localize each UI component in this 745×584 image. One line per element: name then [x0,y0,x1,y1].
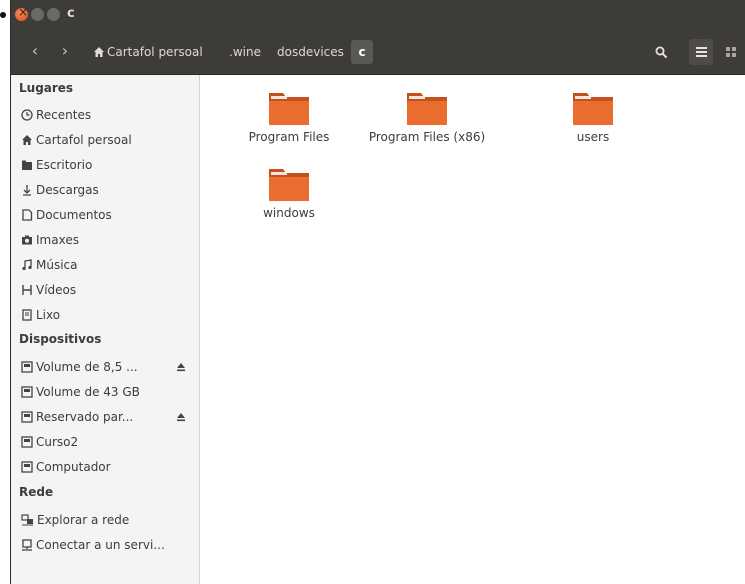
sidebar-item-descargas[interactable]: Descargas [21,180,99,200]
sidebar-item-recentes[interactable]: Recentes [21,105,91,125]
file-manager-window: c ‹ › Cartafol persoal .wine dosdevices … [10,0,745,584]
sidebar-header-places: Lugares [19,81,74,95]
sidebar-item-videos[interactable]: Vídeos [21,280,76,300]
drive-icon [21,436,33,448]
network-icon [21,514,33,526]
folder-program-files-x86[interactable]: Program Files (x86) [367,89,487,144]
sidebar-item-label: Documentos [36,208,112,222]
folder-windows[interactable]: windows [229,165,349,220]
drive-icon [21,461,33,473]
folder-program-files[interactable]: Program Files [229,89,349,144]
maximize-button[interactable] [47,8,60,21]
document-icon [22,209,33,221]
sidebar-item-musica[interactable]: Música [21,255,78,275]
grid-view-button[interactable] [719,39,743,65]
download-icon [23,185,31,196]
sidebar-item-device-4[interactable]: Curso2 [21,432,78,452]
title-bar: c [11,0,745,30]
sidebar-item-explorar-rede[interactable]: Explorar a rede [21,510,129,530]
window-title: c [67,6,75,21]
folder-users[interactable]: users [533,89,653,144]
sidebar-item-device-2[interactable]: Volume de 43 GB [21,382,140,402]
folder-label: Program Files (x86) [368,130,486,144]
toolbar: ‹ › Cartafol persoal .wine dosdevices c [11,30,745,75]
sidebar-item-label: Lixo [36,308,61,322]
home-icon [22,135,32,145]
folder-label: Program Files [248,130,330,144]
eject-icon[interactable] [175,411,187,423]
search-button[interactable] [649,39,673,65]
sidebar-header-network: Rede [19,485,54,499]
list-bullet [0,12,6,18]
sidebar-item-conectar-servidor[interactable]: Conectar a un servi... [21,535,165,555]
drive-icon [21,411,33,423]
sidebar-item-label: Escritorio [36,158,93,172]
file-view: Program Files Program Files (x86) users [200,75,745,584]
sidebar-item-label: Música [36,258,78,272]
sidebar-item-device-1[interactable]: Volume de 8,5 ... [21,357,138,377]
folder-icon [269,169,309,201]
breadcrumb-home[interactable]: Cartafol persoal [93,42,203,62]
sidebar-item-label: Explorar a rede [37,513,130,527]
trash-icon [22,309,32,321]
folder-icon [269,93,309,125]
sidebar-item-label: Computador [36,460,111,474]
sidebar-item-label: Vídeos [36,283,77,297]
sidebar-item-label: Volume de 8,5 ... [36,360,138,374]
breadcrumb-home-label: Cartafol persoal [107,45,203,59]
drive-icon [21,361,33,373]
grid-view-icon [725,46,736,57]
minimize-button[interactable] [31,8,44,21]
breadcrumb-current[interactable]: c [351,40,373,64]
list-view-button[interactable] [689,39,713,65]
music-icon [22,259,32,271]
sidebar-item-escritorio[interactable]: Escritorio [21,155,92,175]
eject-icon[interactable] [175,361,187,373]
search-icon [655,46,667,58]
sidebar-item-label: Curso2 [36,435,79,449]
sidebar-item-label: Conectar a un servi... [36,538,165,552]
forward-button[interactable]: › [53,38,77,64]
folder-label: windows [263,206,315,220]
list-view-icon [695,47,707,57]
sidebar-item-imaxes[interactable]: Imaxes [21,230,79,250]
sidebar-item-label: Reservado par... [36,410,134,424]
sidebar-item-label: Imaxes [36,233,79,247]
sidebar-item-label: Cartafol persoal [36,133,132,147]
sidebar-item-documentos[interactable]: Documentos [21,205,112,225]
sidebar-item-lixo[interactable]: Lixo [21,305,60,325]
clock-icon [21,109,33,121]
sidebar-item-device-3[interactable]: Reservado par... [21,407,133,427]
sidebar-header-devices: Dispositivos [19,332,102,346]
drive-icon [21,386,33,398]
breadcrumb-dosdevices[interactable]: dosdevices [277,42,344,62]
folder-icon [407,93,447,125]
camera-icon [22,235,32,245]
video-icon [22,285,32,295]
sidebar-item-cartafol-persoal[interactable]: Cartafol persoal [21,130,132,150]
server-icon [22,539,32,551]
sidebar-item-label: Descargas [36,183,99,197]
sidebar: Lugares Recentes Cartafol persoal Escrit… [11,75,200,584]
close-button[interactable] [15,5,28,21]
folder-icon [573,93,613,125]
sidebar-item-label: Recentes [36,108,92,122]
home-icon [94,47,104,57]
breadcrumb-wine[interactable]: .wine [229,42,261,62]
folder-label: users [576,130,610,144]
sidebar-item-device-5[interactable]: Computador [21,457,111,477]
desktop-folder-icon [22,160,32,170]
back-button[interactable]: ‹ [23,38,47,64]
sidebar-item-label: Volume de 43 GB [36,385,140,399]
